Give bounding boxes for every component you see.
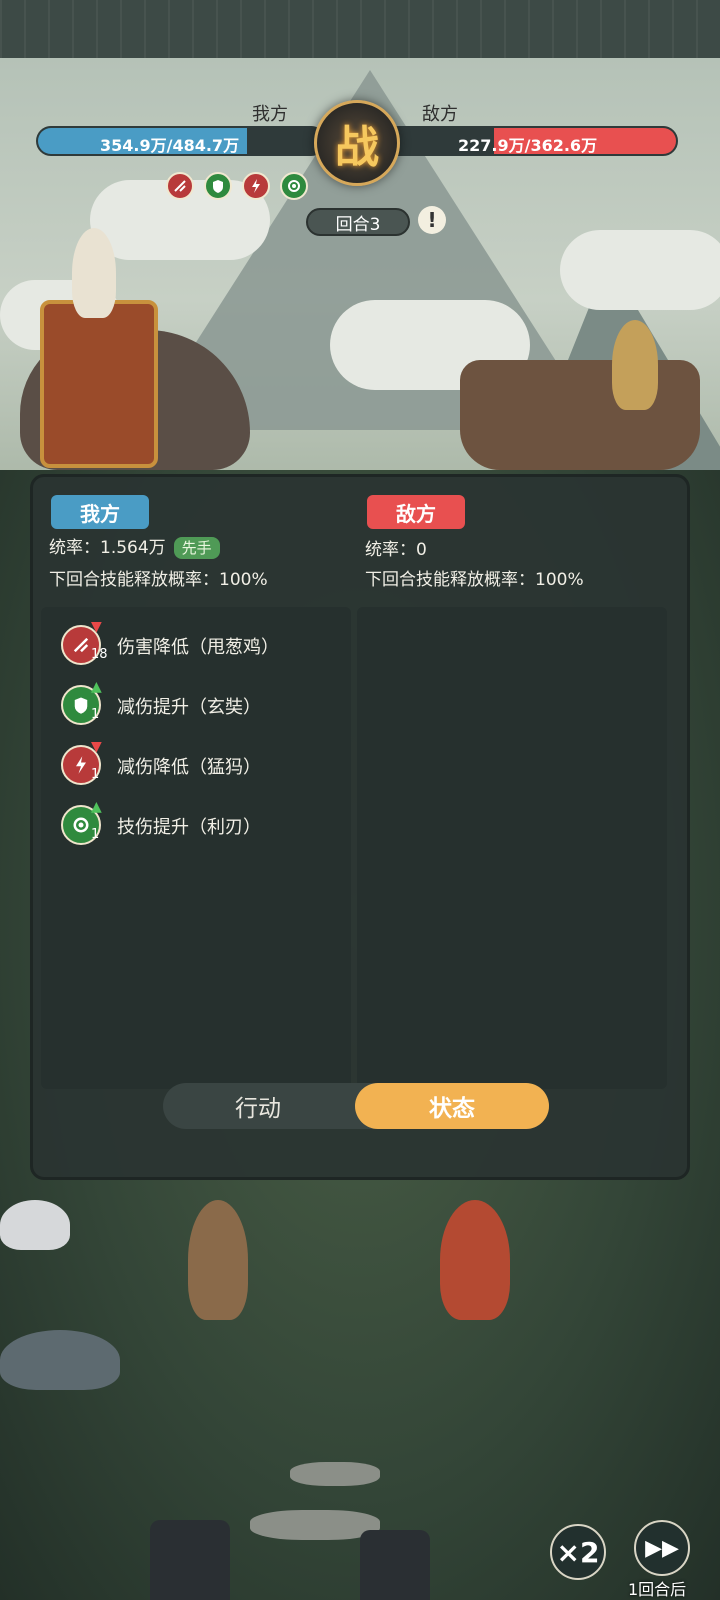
effect-stack-count: 1 — [91, 767, 100, 782]
effect-stack-count: 1 — [91, 827, 100, 842]
our-side-label: 我方 — [252, 104, 288, 125]
enemy-skill-rate: 下回合技能释放概率：100% — [365, 570, 584, 590]
fallen-soldier — [0, 1330, 120, 1390]
effect-label: 减伤提升（玄奘） — [117, 697, 261, 718]
effect-label: 技伤提升（利刃） — [117, 817, 261, 838]
effect-row: ▼ 1 减伤降低（猛犸） — [61, 739, 341, 789]
stone-decor — [290, 1462, 380, 1486]
effect-stack-count: 1 — [91, 707, 100, 722]
pagoda-decor — [150, 1520, 230, 1600]
info-icon[interactable]: ! — [418, 206, 446, 234]
damage-down-icon — [166, 172, 194, 200]
enemy-command-line: 统率：0 — [365, 540, 427, 560]
pagoda-decor — [360, 1530, 430, 1600]
side-soldier — [0, 1200, 70, 1250]
enemy-team-tag: 敌方 — [367, 495, 465, 529]
ally-soldier-left — [188, 1200, 248, 1320]
effect-label: 减伤降低（猛犸） — [117, 757, 261, 778]
skip-after-round-label: 1回合后 — [628, 1580, 687, 1599]
our-hp-bar: 354.9万/484.7万 — [36, 126, 326, 156]
effect-row: ▼ 18 伤害降低（甩葱鸡） — [61, 619, 341, 669]
our-team-tag: 我方 — [51, 495, 149, 529]
top-border-strip — [0, 0, 720, 58]
arrow-down-icon: ▼ — [91, 619, 102, 635]
swirl-up-icon — [280, 172, 308, 200]
tab-status[interactable]: 状态 — [355, 1083, 549, 1129]
enemy-soldier-right — [440, 1200, 510, 1320]
panel-tab-switcher: 行动 状态 — [163, 1083, 549, 1129]
arrow-up-icon: ▲ — [91, 799, 102, 815]
speed-x2-button[interactable]: ×2 — [550, 1524, 606, 1580]
enemy-side-label: 敌方 — [422, 104, 458, 125]
hero-rider-right — [612, 320, 658, 410]
first-move-badge: 先手 — [173, 537, 220, 559]
enemy-hp-bar: 227.9万/362.6万 — [384, 126, 678, 156]
enemy-chariot-unit — [460, 360, 700, 470]
hero-rider-left — [72, 228, 116, 318]
effect-row: ▲ 1 技伤提升（利刃） — [61, 799, 341, 849]
our-effect-list[interactable]: ▼ 18 伤害降低（甩葱鸡） ▲ 1 减伤提升（玄奘） ▼ 1 减伤降低（猛犸）… — [41, 607, 351, 1089]
arrow-down-icon: ▼ — [91, 739, 102, 755]
status-panel: 我方 敌方 统率：1.564万 先手 下回合技能释放概率：100% 统率：0 下回… — [30, 474, 690, 1180]
skip-forward-button[interactable]: ▶▶ — [634, 1520, 690, 1576]
effect-label: 伤害降低（甩葱鸡） — [117, 637, 279, 658]
round-counter: 回合3 — [306, 208, 410, 236]
effect-stack-count: 18 — [91, 647, 108, 662]
lightning-down-icon — [242, 172, 270, 200]
cloud-decor — [560, 230, 720, 310]
our-command-line: 统率：1.564万 先手 — [49, 533, 220, 559]
enemy-effect-list[interactable] — [357, 607, 667, 1089]
our-command-value: 统率：1.564万 — [49, 538, 166, 558]
tab-action[interactable]: 行动 — [163, 1083, 353, 1129]
elephant-howdah — [40, 300, 158, 468]
enemy-hp-text: 227.9万/362.6万 — [458, 136, 598, 155]
shield-up-icon — [204, 172, 232, 200]
our-hp-text: 354.9万/484.7万 — [100, 136, 240, 155]
effect-row: ▲ 1 减伤提升（玄奘） — [61, 679, 341, 729]
battle-emblem: 战 — [314, 100, 400, 186]
arrow-up-icon: ▲ — [91, 679, 102, 695]
our-skill-rate: 下回合技能释放概率：100% — [49, 570, 268, 590]
